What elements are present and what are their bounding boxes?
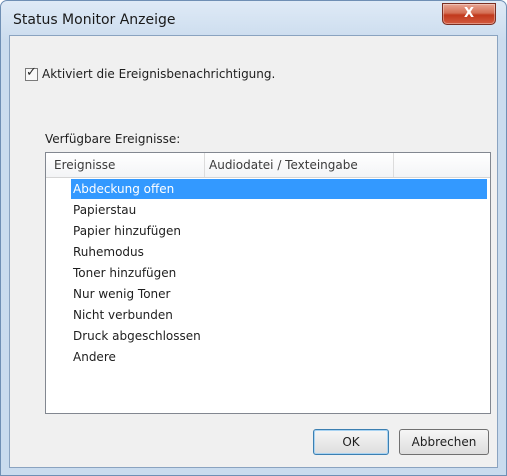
list-item[interactable]: Papier hinzufügen (71, 221, 487, 241)
column-divider[interactable] (393, 153, 394, 177)
list-item[interactable]: Ruhemodus (71, 242, 487, 262)
window-title: Status Monitor Anzeige (13, 12, 176, 28)
close-icon: X (463, 6, 475, 21)
cancel-button[interactable]: Abbrechen (399, 429, 489, 455)
list-item[interactable]: Abdeckung offen (71, 179, 487, 199)
available-events-label: Verfügbare Ereignisse: (45, 132, 181, 146)
list-item[interactable]: Nur wenig Toner (71, 284, 487, 304)
close-button[interactable]: X (442, 3, 496, 25)
events-list[interactable]: Ereignisse Audiodatei / Texteingabe Abde… (45, 152, 491, 414)
notification-checkbox-row[interactable]: ✓ Aktiviert die Ereignisbenachrichtigung… (25, 65, 275, 83)
column-header-audio-text[interactable]: Audiodatei / Texteingabe (209, 158, 358, 172)
ok-button[interactable]: OK (313, 429, 389, 455)
notification-checkbox[interactable]: ✓ (25, 64, 38, 81)
list-header: Ereignisse Audiodatei / Texteingabe (46, 153, 490, 178)
list-item[interactable]: Papierstau (71, 200, 487, 220)
dialog-window: Status Monitor Anzeige X ✓ Aktiviert die… (0, 0, 507, 476)
column-header-events[interactable]: Ereignisse (54, 158, 115, 172)
list-item[interactable]: Druck abgeschlossen (71, 326, 487, 346)
list-item[interactable]: Toner hinzufügen (71, 263, 487, 283)
column-divider[interactable] (204, 153, 205, 177)
list-item[interactable]: Andere (71, 347, 487, 367)
checkmark-icon: ✓ (26, 64, 37, 80)
notification-checkbox-label[interactable]: Aktiviert die Ereignisbenachrichtigung. (42, 67, 275, 81)
title-bar[interactable]: Status Monitor Anzeige X (1, 1, 506, 35)
list-item[interactable]: Nicht verbunden (71, 305, 487, 325)
